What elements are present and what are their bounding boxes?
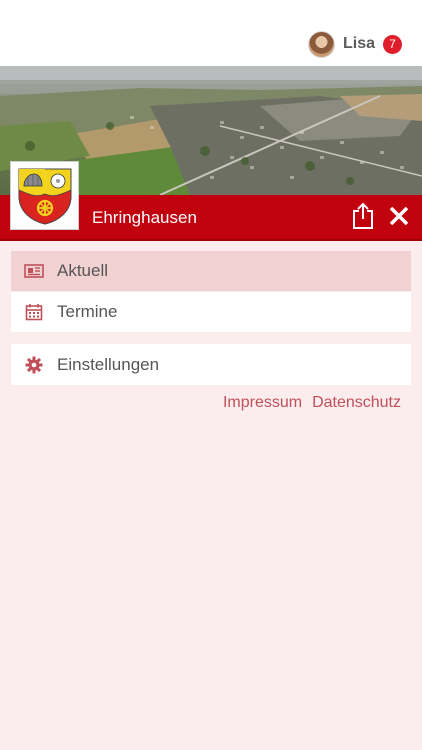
share-button[interactable] bbox=[351, 201, 375, 231]
gear-icon bbox=[24, 355, 44, 375]
notification-badge[interactable]: 7 bbox=[383, 34, 402, 54]
coat-of-arms-icon bbox=[18, 168, 71, 225]
top-bar: Lisa 7 bbox=[0, 0, 422, 66]
menu-item-label: Termine bbox=[57, 302, 118, 321]
footer-links: Impressum Datenschutz bbox=[223, 394, 401, 412]
username[interactable]: Lisa bbox=[343, 35, 375, 53]
menu-item-termine[interactable]: Termine bbox=[11, 292, 411, 332]
datenschutz-link[interactable]: Datenschutz bbox=[312, 394, 401, 412]
menu-item-label: Einstellungen bbox=[57, 354, 160, 374]
close-button[interactable] bbox=[387, 205, 411, 229]
menu-item-label: Aktuell bbox=[57, 261, 109, 280]
page-title: Ehringhausen bbox=[92, 208, 197, 227]
menu-item-einstellungen[interactable]: Einstellungen bbox=[11, 344, 411, 385]
user-profile[interactable]: Lisa 7 bbox=[307, 30, 402, 58]
coat-of-arms-logo bbox=[10, 161, 79, 230]
newspaper-icon bbox=[24, 261, 44, 281]
menu-item-aktuell[interactable]: Aktuell bbox=[11, 251, 411, 291]
share-icon bbox=[353, 202, 373, 229]
impressum-link[interactable]: Impressum bbox=[223, 394, 302, 412]
calendar-icon bbox=[24, 302, 44, 322]
avatar[interactable] bbox=[307, 30, 335, 58]
close-icon bbox=[389, 206, 409, 226]
